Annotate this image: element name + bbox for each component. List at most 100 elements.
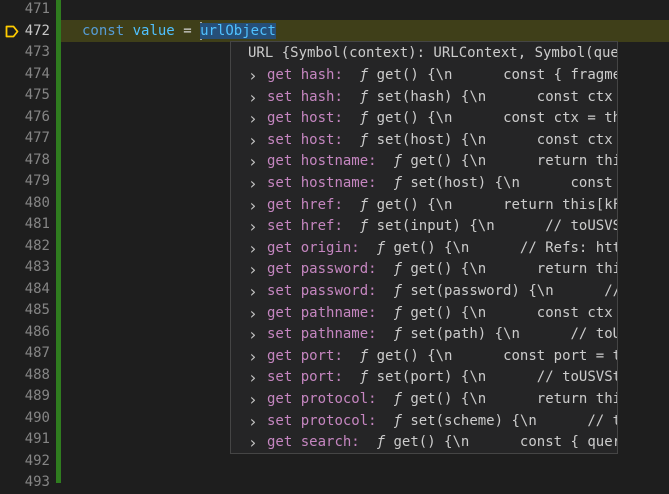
line-number[interactable]: 490 (0, 408, 50, 430)
function-symbol-icon: ƒ (376, 239, 386, 256)
chevron-right-icon[interactable]: › (248, 87, 258, 109)
hover-tree-row[interactable]: › set host: ƒ set(host) {\n const ctx = t (231, 130, 617, 152)
property-name: search: (300, 434, 360, 451)
chevron-right-icon[interactable]: › (248, 238, 258, 260)
chevron-right-icon[interactable]: › (248, 151, 258, 173)
chevron-right-icon[interactable]: › (248, 367, 258, 389)
function-symbol-icon: ƒ (393, 412, 402, 429)
chevron-right-icon[interactable]: › (248, 216, 258, 238)
hover-tree-row[interactable]: › set href: ƒ set(input) {\n // toUSVStri (231, 216, 617, 238)
chevron-right-icon[interactable]: › (248, 389, 258, 411)
line-number[interactable]: 484 (0, 279, 50, 301)
line-number[interactable]: 489 (0, 386, 50, 408)
hover-tree-row[interactable]: › get hash: ƒ get() {\n const { fragment (231, 65, 617, 87)
property-entry: set password: ƒ set(password) {\n // to (267, 281, 617, 303)
hover-tree-row[interactable]: › get protocol: ƒ get() {\n return this[c (231, 389, 617, 411)
code-line-472[interactable]: const value = urlObject (82, 20, 276, 42)
function-signature: get() {\n (410, 261, 487, 278)
property-entry: get hostname: ƒ get() {\n return this[c (267, 151, 617, 173)
chevron-right-icon[interactable]: › (248, 281, 258, 303)
function-symbol-icon: ƒ (393, 261, 402, 278)
chevron-right-icon[interactable]: › (248, 411, 258, 433)
hover-tree-row[interactable]: › set hostname: ƒ set(host) {\n const ctx (231, 173, 617, 195)
hover-tree-row[interactable]: › get origin: ƒ get() {\n // Refs: https: (231, 238, 617, 260)
line-number[interactable]: 477 (0, 128, 50, 150)
hover-tree-row[interactable]: › get search: ƒ get() {\n const { query } (231, 432, 617, 453)
line-number[interactable]: 487 (0, 343, 50, 365)
debug-breakpoint-icon[interactable] (5, 25, 19, 38)
property-name: protocol: (300, 412, 377, 429)
accessor-keyword: get (267, 304, 293, 321)
property-entry: set hostname: ƒ set(host) {\n const ctx (267, 173, 617, 195)
chevron-right-icon[interactable]: › (248, 259, 258, 281)
function-signature: get() {\n (410, 391, 487, 407)
identifier-value[interactable]: value (133, 23, 175, 39)
function-body-preview: const { fragment (503, 67, 617, 83)
line-number[interactable]: 474 (0, 64, 50, 86)
hover-tree-row[interactable]: › set port: ƒ set(port) {\n // toUSVStrin (231, 367, 617, 389)
line-number[interactable]: 491 (0, 429, 50, 451)
hover-tree-row[interactable]: › set protocol: ƒ set(scheme) {\n // toUS (231, 411, 617, 433)
property-name: host: (300, 131, 343, 148)
chevron-right-icon[interactable]: › (248, 108, 258, 130)
property-entry: get password: ƒ get() {\n return this[c (267, 259, 617, 281)
chevron-right-icon[interactable]: › (248, 195, 258, 217)
hover-header[interactable]: URL {Symbol(context): URLContext, Symbol… (231, 42, 617, 64)
hover-tree-row[interactable]: › get host: ƒ get() {\n const ctx = this[ (231, 108, 617, 130)
chevron-right-icon[interactable]: › (248, 173, 258, 195)
line-number-gutter[interactable]: 471 472 473 474 475 476 477 478 479 480 481 482 483 4… (0, 0, 56, 490)
hover-tree-row[interactable]: › get port: ƒ get() {\n const port = this (231, 346, 617, 368)
line-number[interactable]: 473 (0, 42, 50, 64)
line-number[interactable]: 485 (0, 300, 50, 322)
line-number[interactable]: 488 (0, 365, 50, 387)
line-number[interactable]: 481 (0, 214, 50, 236)
accessor-keyword: get (267, 110, 293, 127)
property-name: origin: (300, 239, 360, 256)
function-body-preview: return this[c (536, 391, 617, 407)
selected-identifier-urlobject[interactable]: urlObject (200, 23, 276, 39)
line-number[interactable]: 476 (0, 107, 50, 129)
accessor-keyword: get (267, 391, 293, 407)
function-body-preview: const { query } (519, 434, 617, 451)
function-body-preview: return this[c (536, 153, 617, 170)
hover-tree-row[interactable]: › get password: ƒ get() {\n return this[c (231, 259, 617, 281)
line-number[interactable]: 480 (0, 193, 50, 215)
chevron-right-icon[interactable]: › (248, 303, 258, 325)
property-entry: set pathname: ƒ set(path) {\n // toUSVS (267, 324, 617, 346)
function-signature: get() {\n (393, 434, 470, 451)
property-entry: get search: ƒ get() {\n const { query } (267, 432, 617, 453)
function-symbol-icon: ƒ (393, 391, 402, 407)
chevron-right-icon[interactable]: › (248, 346, 258, 368)
accessor-keyword: set (267, 369, 293, 386)
property-name: hostname: (300, 153, 377, 170)
line-number[interactable]: 471 (0, 0, 50, 21)
chevron-right-icon[interactable]: › (248, 324, 258, 346)
line-number[interactable]: 483 (0, 257, 50, 279)
accessor-keyword: set (267, 88, 293, 105)
line-number[interactable]: 492 (0, 451, 50, 473)
line-number[interactable]: 478 (0, 150, 50, 172)
chevron-right-icon[interactable]: › (248, 65, 258, 87)
function-symbol-icon: ƒ (359, 347, 369, 364)
accessor-keyword: get (267, 153, 293, 170)
function-symbol-icon: ƒ (393, 283, 402, 299)
function-body-preview: const ctx = t (536, 131, 613, 148)
debug-hover-widget[interactable]: URL {Symbol(context): URLContext, Symbol… (230, 41, 618, 454)
hover-tree-row[interactable]: › set pathname: ƒ set(path) {\n // toUSVS (231, 324, 617, 346)
chevron-right-icon[interactable]: › (248, 432, 258, 453)
hover-tree-row[interactable]: › set password: ƒ set(password) {\n // to (231, 281, 617, 303)
chevron-right-icon[interactable]: › (248, 130, 258, 152)
code-editor[interactable]: 471 472 473 474 475 476 477 478 479 480 481 482 483 4… (0, 0, 669, 490)
function-symbol-icon: ƒ (359, 218, 369, 235)
line-number[interactable]: 479 (0, 171, 50, 193)
property-entry: set port: ƒ set(port) {\n // toUSVStrin (267, 367, 617, 389)
property-name: password: (300, 283, 377, 299)
line-number[interactable]: 482 (0, 236, 50, 258)
hover-tree-row[interactable]: › get hostname: ƒ get() {\n return this[c (231, 151, 617, 173)
hover-tree-row[interactable]: › get pathname: ƒ get() {\n const ctx = t (231, 303, 617, 325)
assignment-operator: = (183, 23, 192, 39)
line-number[interactable]: 475 (0, 85, 50, 107)
hover-tree-row[interactable]: › set hash: ƒ set(hash) {\n const ctx = t (231, 87, 617, 109)
hover-tree-row[interactable]: › get href: ƒ get() {\n return this[kForm (231, 195, 617, 217)
line-number[interactable]: 486 (0, 322, 50, 344)
